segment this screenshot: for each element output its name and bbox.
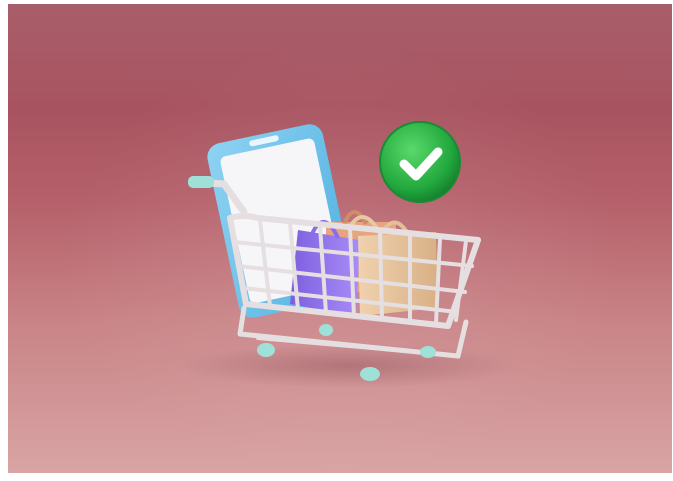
illustration-scene [8,4,672,473]
cart-shadow [178,344,518,388]
image-frame [0,0,673,481]
check-badge-icon [379,121,461,203]
cart-illustration [178,121,518,388]
